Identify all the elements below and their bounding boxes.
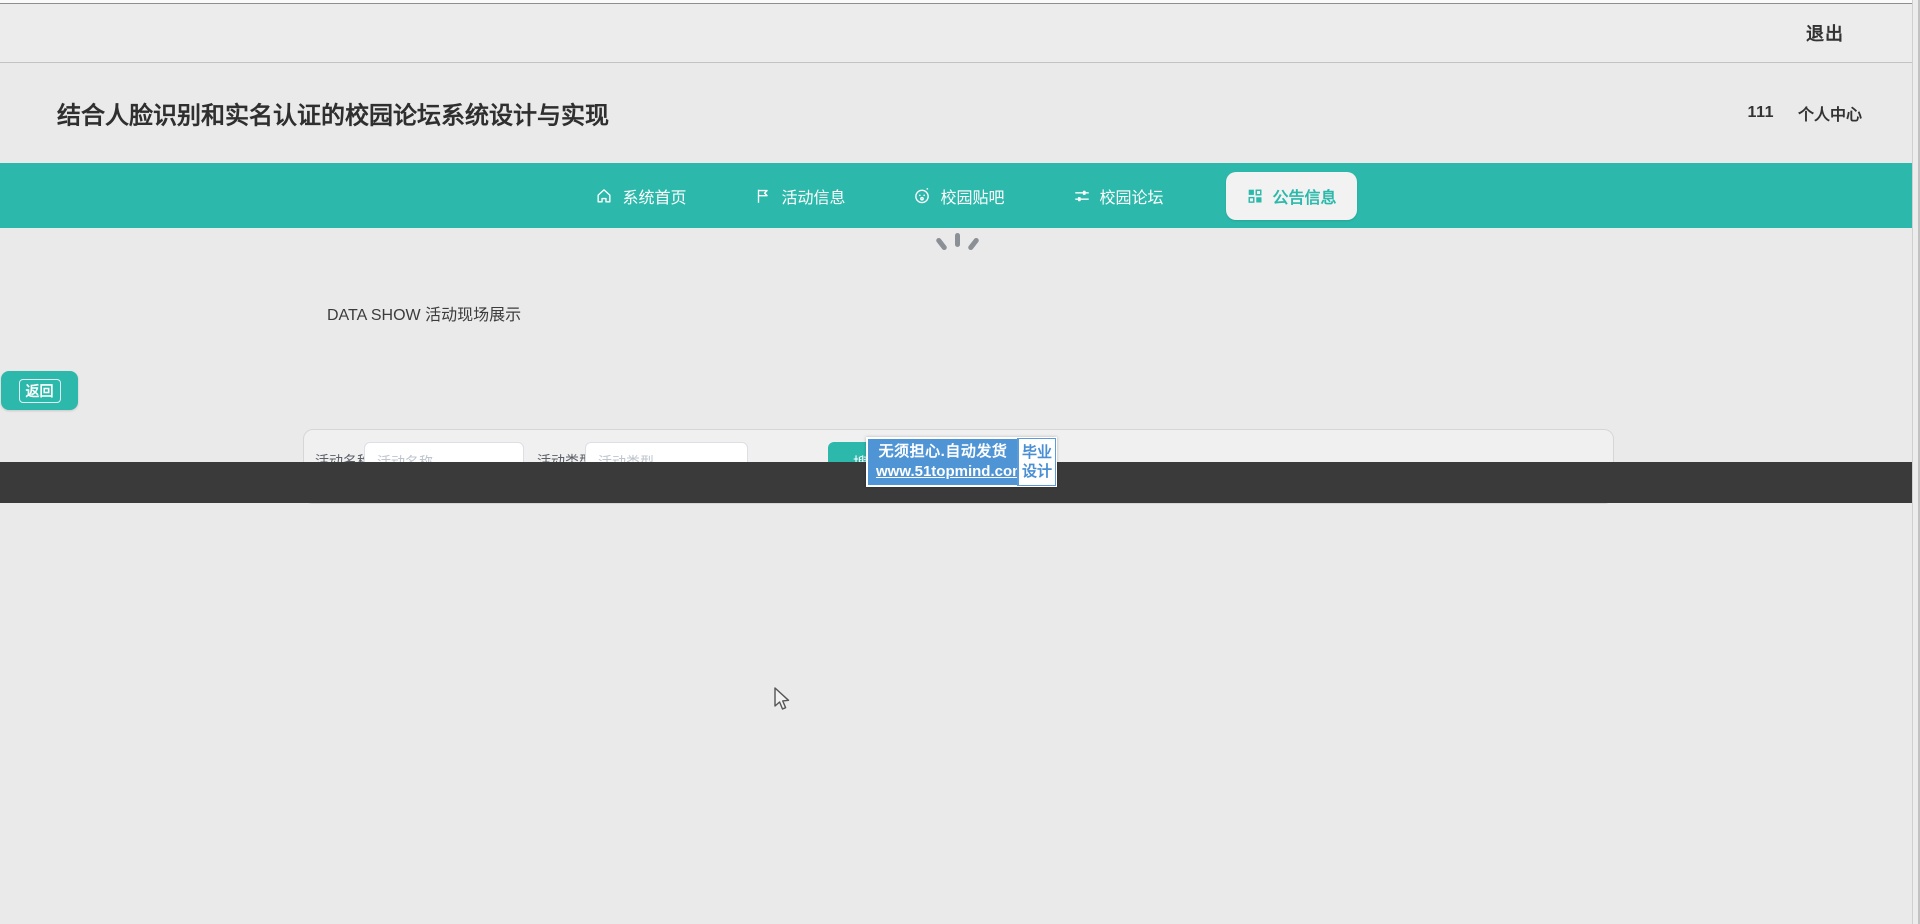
- nav-item-label: 系统首页: [622, 184, 686, 208]
- spinner-bar: [967, 237, 980, 251]
- nav-item-home[interactable]: 系统首页: [589, 172, 692, 220]
- spinner-bar: [935, 237, 948, 251]
- logout-bar: 退出: [0, 4, 1920, 63]
- spinner-bar: [955, 233, 960, 247]
- back-button-label: 返回: [19, 379, 61, 403]
- main-nav: 系统首页 活动信息 校园贴吧: [0, 163, 1920, 228]
- watermark-badge-line1: 毕业: [1022, 443, 1052, 462]
- header-user-area: 111 个人中心: [1748, 101, 1862, 125]
- username-text: 111: [1748, 104, 1774, 122]
- nav-item-label: 校园贴吧: [940, 184, 1004, 208]
- nav-item-tieba[interactable]: 校园贴吧: [907, 172, 1010, 220]
- watermark-badge: 毕业 设计: [1018, 439, 1055, 485]
- back-button[interactable]: 返回: [1, 371, 78, 410]
- nav-item-forum[interactable]: 校园论坛: [1067, 172, 1170, 220]
- watermark-badge-line2: 设计: [1022, 462, 1052, 481]
- watermark-text-block: 无须担心.自动发货 www.51topmind.com: [868, 439, 1018, 485]
- mouse-cursor-icon: [771, 686, 793, 719]
- profile-center-link[interactable]: 个人中心: [1798, 101, 1862, 125]
- flag-icon: [754, 187, 772, 205]
- page-title: 结合人脸识别和实名认证的校园论坛系统设计与实现: [57, 96, 609, 131]
- nav-item-label: 公告信息: [1273, 184, 1337, 208]
- nav-item-label: 活动信息: [781, 184, 845, 208]
- watermark-ad[interactable]: 无须担心.自动发货 www.51topmind.com 毕业 设计: [866, 437, 1057, 487]
- header: 结合人脸识别和实名认证的校园论坛系统设计与实现 111 个人中心: [0, 63, 1920, 163]
- section-title: DATA SHOW 活动现场展示: [327, 301, 521, 325]
- scrollbar-track[interactable]: [1912, 0, 1920, 924]
- nav-item-activities[interactable]: 活动信息: [748, 172, 851, 220]
- watermark-url-link[interactable]: www.51topmind.com: [876, 462, 1010, 481]
- face-icon: [913, 187, 931, 205]
- nav-items: 系统首页 活动信息 校园贴吧: [589, 172, 1356, 220]
- sliders-icon: [1073, 187, 1091, 205]
- watermark-slogan: 无须担心.自动发货: [876, 442, 1010, 462]
- nav-item-label: 校园论坛: [1100, 184, 1164, 208]
- logout-button[interactable]: 退出: [1806, 20, 1844, 46]
- home-icon: [595, 187, 613, 205]
- nav-item-announcements[interactable]: 公告信息: [1226, 172, 1357, 220]
- grid-icon: [1246, 187, 1264, 205]
